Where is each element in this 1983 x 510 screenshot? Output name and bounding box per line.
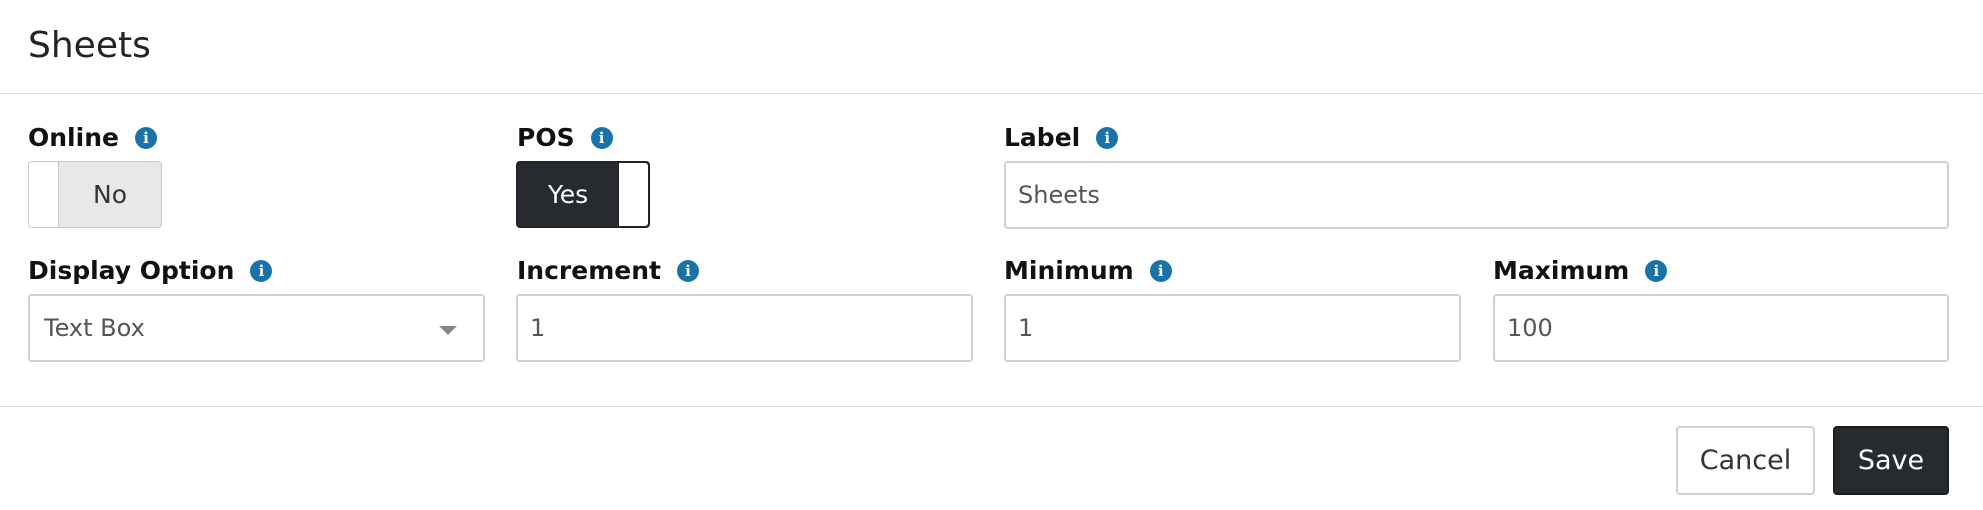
pos-label: POS i	[517, 121, 613, 155]
chevron-down-icon	[439, 326, 457, 335]
label-field-label-text: Label	[1004, 123, 1081, 152]
modal-header: Sheets	[0, 0, 1983, 94]
minimum-input[interactable]	[1004, 294, 1461, 362]
info-icon[interactable]: i	[134, 127, 157, 149]
increment-label: Increment i	[517, 254, 699, 288]
toggle-knob	[29, 162, 59, 227]
increment-input[interactable]	[516, 294, 973, 362]
toggle-knob	[618, 163, 648, 226]
online-toggle-text: No	[93, 180, 127, 209]
online-toggle[interactable]: No	[28, 161, 162, 228]
cancel-button[interactable]: Cancel	[1676, 426, 1815, 495]
minimum-label: Minimum i	[1004, 254, 1172, 288]
maximum-label: Maximum i	[1493, 254, 1668, 288]
footer-divider	[0, 406, 1983, 407]
online-label: Online i	[28, 121, 157, 155]
display-option-select[interactable]: Text Box	[28, 294, 485, 362]
online-label-text: Online	[28, 123, 119, 152]
sheets-modal: Sheets Online i No POS i Yes Label i Dis…	[0, 0, 1983, 510]
display-option-label: Display Option i	[28, 254, 273, 288]
info-icon[interactable]: i	[1645, 260, 1668, 282]
increment-label-text: Increment	[517, 256, 661, 285]
pos-toggle-text: Yes	[547, 180, 589, 209]
info-icon[interactable]: i	[1096, 127, 1119, 149]
label-input[interactable]	[1004, 161, 1949, 229]
info-icon[interactable]: i	[1149, 260, 1172, 282]
maximum-input[interactable]	[1493, 294, 1949, 362]
label-field-label: Label i	[1004, 121, 1119, 155]
display-option-label-text: Display Option	[28, 256, 235, 285]
modal-title: Sheets	[28, 25, 151, 66]
pos-label-text: POS	[517, 123, 575, 152]
info-icon[interactable]: i	[676, 260, 699, 282]
pos-toggle[interactable]: Yes	[516, 161, 650, 228]
info-icon[interactable]: i	[590, 127, 613, 149]
info-icon[interactable]: i	[250, 260, 273, 282]
maximum-label-text: Maximum	[1493, 256, 1630, 285]
display-option-value: Text Box	[44, 314, 145, 342]
minimum-label-text: Minimum	[1004, 256, 1134, 285]
save-button[interactable]: Save	[1833, 426, 1949, 495]
